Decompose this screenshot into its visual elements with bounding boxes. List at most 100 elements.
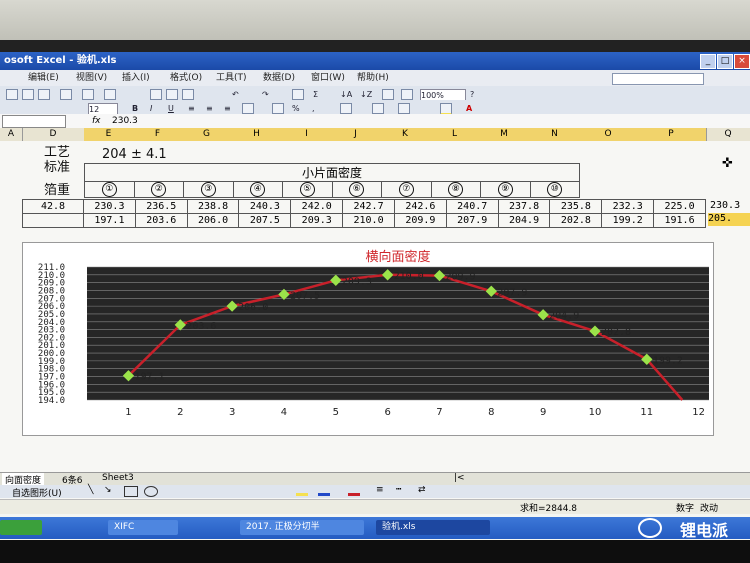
data-cell[interactable]: 207.5 bbox=[238, 213, 292, 228]
spelling-icon[interactable] bbox=[104, 89, 116, 100]
data-cell[interactable]: 240.3 bbox=[238, 199, 292, 214]
minimize-icon[interactable]: _ bbox=[700, 54, 716, 69]
column-header[interactable]: M bbox=[479, 128, 530, 141]
fill-color-icon[interactable] bbox=[440, 103, 452, 116]
name-box[interactable] bbox=[2, 115, 66, 128]
arrow-icon[interactable]: ↘ bbox=[104, 485, 112, 495]
data-cell[interactable]: 202.8 bbox=[549, 213, 603, 228]
overflow-cell-q1[interactable]: 230.3 bbox=[710, 200, 740, 211]
copy-icon[interactable] bbox=[166, 89, 178, 100]
fx-icon[interactable]: fx bbox=[92, 114, 101, 128]
column-header[interactable]: N bbox=[529, 128, 581, 141]
data-cell[interactable]: 236.5 bbox=[134, 199, 188, 214]
sort-desc-icon[interactable]: ↓Z bbox=[360, 89, 372, 100]
align-left-icon[interactable]: ≡ bbox=[188, 103, 195, 114]
help-icon[interactable]: ? bbox=[470, 89, 474, 100]
data-cell[interactable]: 230.3 bbox=[83, 199, 136, 214]
print-icon[interactable] bbox=[60, 89, 72, 100]
rectangle-icon[interactable] bbox=[124, 486, 138, 497]
comma-icon[interactable]: , bbox=[312, 103, 315, 114]
hyperlink-icon[interactable] bbox=[292, 89, 304, 100]
menu-window[interactable]: 窗口(W) bbox=[311, 70, 345, 86]
line-style-icon[interactable]: ≡ bbox=[376, 485, 384, 495]
align-right-icon[interactable]: ≡ bbox=[224, 103, 231, 114]
foil-weight-cell[interactable]: 42.8 bbox=[22, 199, 84, 214]
tab-scroll-icon[interactable]: |< bbox=[454, 473, 465, 483]
data-cell[interactable]: 242.0 bbox=[290, 199, 344, 214]
paste-icon[interactable] bbox=[182, 89, 194, 100]
data-cell[interactable]: 240.7 bbox=[445, 199, 499, 214]
data-cell[interactable]: 210.0 bbox=[342, 213, 395, 228]
oval-icon[interactable] bbox=[144, 486, 158, 497]
underline-button[interactable]: U bbox=[168, 103, 174, 114]
start-button[interactable] bbox=[0, 520, 42, 535]
menu-insert[interactable]: 插入(I) bbox=[122, 70, 150, 86]
overflow-cell-q2[interactable]: 205. bbox=[708, 213, 750, 226]
taskbar-item[interactable]: 2017. 正极分切半 bbox=[240, 520, 364, 535]
preview-icon[interactable] bbox=[82, 89, 94, 100]
align-center-icon[interactable]: ≡ bbox=[206, 103, 213, 114]
column-header[interactable]: D bbox=[22, 128, 85, 141]
chart-wizard-icon[interactable] bbox=[382, 89, 394, 100]
taskbar-item[interactable]: XIFC bbox=[108, 520, 178, 535]
maximize-icon[interactable]: □ bbox=[717, 54, 733, 69]
column-header[interactable]: E bbox=[84, 128, 134, 141]
redo-icon[interactable]: ↷ bbox=[262, 89, 269, 100]
data-cell[interactable]: 232.3 bbox=[601, 199, 655, 214]
data-cell[interactable]: 209.9 bbox=[393, 213, 447, 228]
column-header[interactable]: J bbox=[331, 128, 381, 141]
sheet-tab[interactable]: Sheet3 bbox=[102, 473, 134, 483]
borders-icon[interactable] bbox=[398, 103, 410, 114]
column-header[interactable]: K bbox=[380, 128, 431, 141]
cut-icon[interactable] bbox=[150, 89, 162, 100]
column-header[interactable]: G bbox=[182, 128, 232, 141]
indent-icon[interactable] bbox=[372, 103, 384, 114]
menu-tools[interactable]: 工具(T) bbox=[216, 70, 247, 86]
menu-data[interactable]: 数据(D) bbox=[263, 70, 295, 86]
arrow-style-icon[interactable]: ⇄ bbox=[418, 485, 426, 495]
data-cell[interactable]: 199.2 bbox=[601, 213, 655, 228]
drawing-icon[interactable] bbox=[401, 89, 413, 100]
column-header[interactable]: H bbox=[231, 128, 283, 141]
undo-icon[interactable]: ↶ bbox=[232, 89, 239, 100]
text-color-icon[interactable] bbox=[348, 493, 360, 496]
data-cell[interactable]: 242.7 bbox=[342, 199, 395, 214]
sort-asc-icon[interactable]: ↓A bbox=[340, 89, 352, 100]
data-cell[interactable]: 203.6 bbox=[134, 213, 188, 228]
column-header[interactable]: Q bbox=[706, 128, 750, 141]
data-cell[interactable]: 197.1 bbox=[83, 213, 136, 228]
data-cell[interactable]: 191.6 bbox=[653, 213, 706, 228]
menu-help[interactable]: 帮助(H) bbox=[357, 70, 389, 86]
column-header[interactable]: L bbox=[430, 128, 480, 141]
density-chart[interactable]: 横向面密度 194.0195.0196.0197.0198.0199.0200.… bbox=[22, 242, 714, 436]
data-cell[interactable]: 235.8 bbox=[549, 199, 603, 214]
data-cell[interactable]: 209.3 bbox=[290, 213, 344, 228]
taskbar-item-active[interactable]: 验机.xls bbox=[376, 520, 490, 535]
italic-button[interactable]: I bbox=[150, 103, 152, 114]
fill-color-icon[interactable] bbox=[296, 493, 308, 496]
column-header[interactable]: O bbox=[580, 128, 637, 141]
line-icon[interactable]: ╲ bbox=[88, 485, 93, 495]
data-cell[interactable]: 225.0 bbox=[653, 199, 706, 214]
currency-icon[interactable] bbox=[272, 103, 284, 114]
data-cell[interactable]: 237.8 bbox=[497, 199, 551, 214]
open-icon[interactable] bbox=[22, 89, 34, 100]
column-header[interactable]: I bbox=[282, 128, 332, 141]
dash-style-icon[interactable]: ┅ bbox=[396, 485, 401, 495]
column-header[interactable]: P bbox=[636, 128, 707, 141]
line-color-icon[interactable] bbox=[318, 493, 330, 496]
percent-icon[interactable]: % bbox=[292, 103, 300, 114]
menu-view[interactable]: 视图(V) bbox=[76, 70, 107, 86]
formula-input[interactable]: 230.3 bbox=[112, 114, 138, 128]
autosum-icon[interactable]: Σ bbox=[313, 89, 318, 100]
menu-format[interactable]: 格式(O) bbox=[170, 70, 202, 86]
column-header[interactable]: A bbox=[0, 128, 23, 141]
font-color-icon[interactable]: A bbox=[466, 103, 472, 114]
data-cell[interactable]: 206.0 bbox=[186, 213, 240, 228]
save-icon[interactable] bbox=[38, 89, 50, 100]
data-cell[interactable]: 207.9 bbox=[445, 213, 499, 228]
data-cell[interactable]: 238.8 bbox=[186, 199, 240, 214]
help-search-box[interactable] bbox=[612, 73, 704, 85]
autoshapes-button[interactable]: 自选图形(U) bbox=[12, 486, 62, 499]
empty-cell[interactable] bbox=[22, 213, 84, 228]
